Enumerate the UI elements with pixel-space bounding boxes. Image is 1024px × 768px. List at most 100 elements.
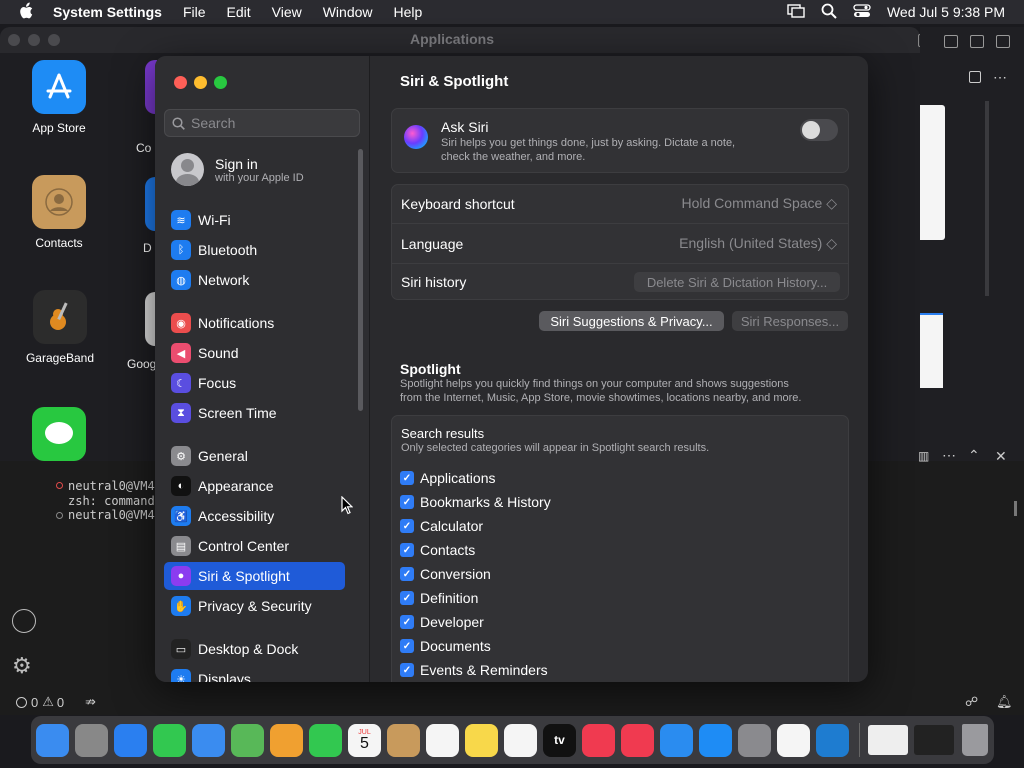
sidebar-item-sound[interactable]: ◀ Sound xyxy=(164,339,345,367)
reminders-icon[interactable] xyxy=(426,723,459,757)
split-editor-icon[interactable] xyxy=(969,71,981,83)
tv-icon[interactable]: tv xyxy=(543,723,576,757)
search-category-bookmarks-history[interactable]: ✓ Bookmarks & History xyxy=(400,494,551,510)
mail-icon[interactable] xyxy=(192,723,225,757)
spotlight-search-icon[interactable] xyxy=(821,3,837,22)
terminal-more-icon[interactable]: ⋯ xyxy=(942,447,956,464)
search-category-contacts[interactable]: ✓ Contacts xyxy=(400,542,475,558)
checkbox[interactable]: ✓ xyxy=(400,663,414,677)
trash-icon[interactable] xyxy=(962,724,988,756)
sidebar-item-appearance[interactable]: ◐ Appearance xyxy=(164,472,345,500)
language-select[interactable]: English (United States) ◇ xyxy=(679,235,837,252)
finder-minimize-button[interactable] xyxy=(28,34,40,46)
search-category-definition[interactable]: ✓ Definition xyxy=(400,590,478,606)
remote-icon[interactable]: ⇏ xyxy=(85,694,96,710)
garageband-app[interactable]: GarageBand xyxy=(22,290,98,365)
sidebar-item-privacy-security[interactable]: ✋ Privacy & Security xyxy=(164,592,345,620)
keyboard-shortcut-select[interactable]: Hold Command Space ◇ xyxy=(681,195,837,212)
menu-edit[interactable]: Edit xyxy=(227,4,251,20)
search-category-events-reminders[interactable]: ✓ Events & Reminders xyxy=(400,662,548,678)
sidebar-item-siri-spotlight[interactable]: ● Siri & Spotlight xyxy=(164,562,345,590)
search-category-developer[interactable]: ✓ Developer xyxy=(400,614,484,630)
account-icon[interactable] xyxy=(12,609,36,633)
safari-icon[interactable] xyxy=(114,723,147,757)
contacts-app[interactable]: Contacts xyxy=(31,175,87,250)
checkbox[interactable]: ✓ xyxy=(400,471,414,485)
checkbox[interactable]: ✓ xyxy=(400,495,414,509)
launchpad-icon[interactable] xyxy=(75,723,108,757)
siri-suggestions-privacy-button[interactable]: Siri Suggestions & Privacy... xyxy=(539,311,724,331)
siri-responses-button[interactable]: Siri Responses... xyxy=(732,311,848,331)
sidebar-item-control-center[interactable]: ▤ Control Center xyxy=(164,532,345,560)
menu-help[interactable]: Help xyxy=(394,4,423,20)
close-panel-icon[interactable]: ✕ xyxy=(995,448,1007,465)
feedback-icon[interactable]: ☍ xyxy=(965,694,978,710)
sidebar-item-screen-time[interactable]: ⧗ Screen Time xyxy=(164,399,345,427)
messages-icon[interactable] xyxy=(153,723,186,757)
finder-zoom-button[interactable] xyxy=(48,34,60,46)
maps-icon[interactable] xyxy=(231,723,264,757)
app-store-icon[interactable] xyxy=(699,723,732,757)
editor-scrollbar[interactable] xyxy=(985,101,989,296)
sidebar-scrollbar[interactable] xyxy=(358,149,363,411)
sidebar-item-desktop-dock[interactable]: ▭ Desktop & Dock xyxy=(164,635,345,663)
notes-icon[interactable] xyxy=(465,723,498,757)
sidebar-item-bluetooth[interactable]: ᛒ Bluetooth xyxy=(164,236,345,264)
contacts-icon[interactable] xyxy=(387,723,420,757)
apple-menu-icon[interactable] xyxy=(19,2,39,23)
terminal-trash-icon[interactable]: ▥ xyxy=(918,449,929,463)
checkbox[interactable]: ✓ xyxy=(400,639,414,653)
keynote-icon[interactable] xyxy=(660,723,693,757)
minimized-window-thumbnail[interactable] xyxy=(914,725,954,755)
search-input[interactable]: Search xyxy=(164,109,360,137)
menu-view[interactable]: View xyxy=(272,4,302,20)
more-actions-icon[interactable]: ⋯ xyxy=(993,69,1007,86)
photos-icon[interactable] xyxy=(270,723,303,757)
control-center-icon[interactable] xyxy=(853,3,871,21)
screen-mirroring-icon[interactable] xyxy=(787,3,805,21)
vscode-icon[interactable] xyxy=(816,723,849,757)
problems-indicator[interactable]: 0 ⚠ 0 xyxy=(16,694,64,710)
ask-siri-toggle[interactable] xyxy=(800,119,838,141)
app-name-menu[interactable]: System Settings xyxy=(53,4,162,20)
finder-icon[interactable] xyxy=(36,723,69,757)
close-button[interactable] xyxy=(174,76,187,89)
news-icon[interactable] xyxy=(621,723,654,757)
sidebar-item-general[interactable]: ⚙ General xyxy=(164,442,345,470)
checkbox[interactable]: ✓ xyxy=(400,615,414,629)
sidebar-item-accessibility[interactable]: ♿ Accessibility xyxy=(164,502,345,530)
layout-custom-icon[interactable] xyxy=(996,35,1010,48)
chrome-icon[interactable] xyxy=(777,723,810,757)
calendar-icon[interactable]: JUL 5 xyxy=(348,723,381,757)
finder-close-button[interactable] xyxy=(8,34,20,46)
search-category-documents[interactable]: ✓ Documents xyxy=(400,638,491,654)
notifications-bell-icon[interactable]: 🔔︎ xyxy=(996,694,1013,710)
layout-panel-icon[interactable] xyxy=(944,35,958,48)
messages-app[interactable] xyxy=(31,407,87,468)
system-settings-icon[interactable] xyxy=(738,723,771,757)
search-category-calculator[interactable]: ✓ Calculator xyxy=(400,518,483,534)
sidebar-item-notifications[interactable]: ◉ Notifications xyxy=(164,309,345,337)
freeform-icon[interactable] xyxy=(504,723,537,757)
sidebar-item-wi-fi[interactable]: ≋ Wi-Fi xyxy=(164,206,345,234)
sidebar-item-displays[interactable]: ☀ Displays xyxy=(164,665,345,682)
terminal-scrollbar[interactable] xyxy=(1014,501,1017,516)
checkbox[interactable]: ✓ xyxy=(400,567,414,581)
delete-siri-history-button[interactable]: Delete Siri & Dictation History... xyxy=(634,272,840,292)
minimized-window-thumbnail[interactable] xyxy=(868,725,908,755)
search-category-applications[interactable]: ✓ Applications xyxy=(400,470,496,486)
manage-gear-icon[interactable]: ⚙ xyxy=(12,655,32,677)
checkbox[interactable]: ✓ xyxy=(400,519,414,533)
minimize-button[interactable] xyxy=(194,76,207,89)
sidebar-item-focus[interactable]: ☾ Focus xyxy=(164,369,345,397)
checkbox[interactable]: ✓ xyxy=(400,543,414,557)
maximize-panel-icon[interactable]: ⌃ xyxy=(968,447,980,464)
music-icon[interactable] xyxy=(582,723,615,757)
checkbox[interactable]: ✓ xyxy=(400,591,414,605)
menu-window[interactable]: Window xyxy=(323,4,373,20)
search-category-conversion[interactable]: ✓ Conversion xyxy=(400,566,491,582)
zoom-button[interactable] xyxy=(214,76,227,89)
menu-file[interactable]: File xyxy=(183,4,206,20)
sidebar-item-network[interactable]: ◍ Network xyxy=(164,266,345,294)
apple-id-signin[interactable]: Sign in with your Apple ID xyxy=(171,153,304,186)
